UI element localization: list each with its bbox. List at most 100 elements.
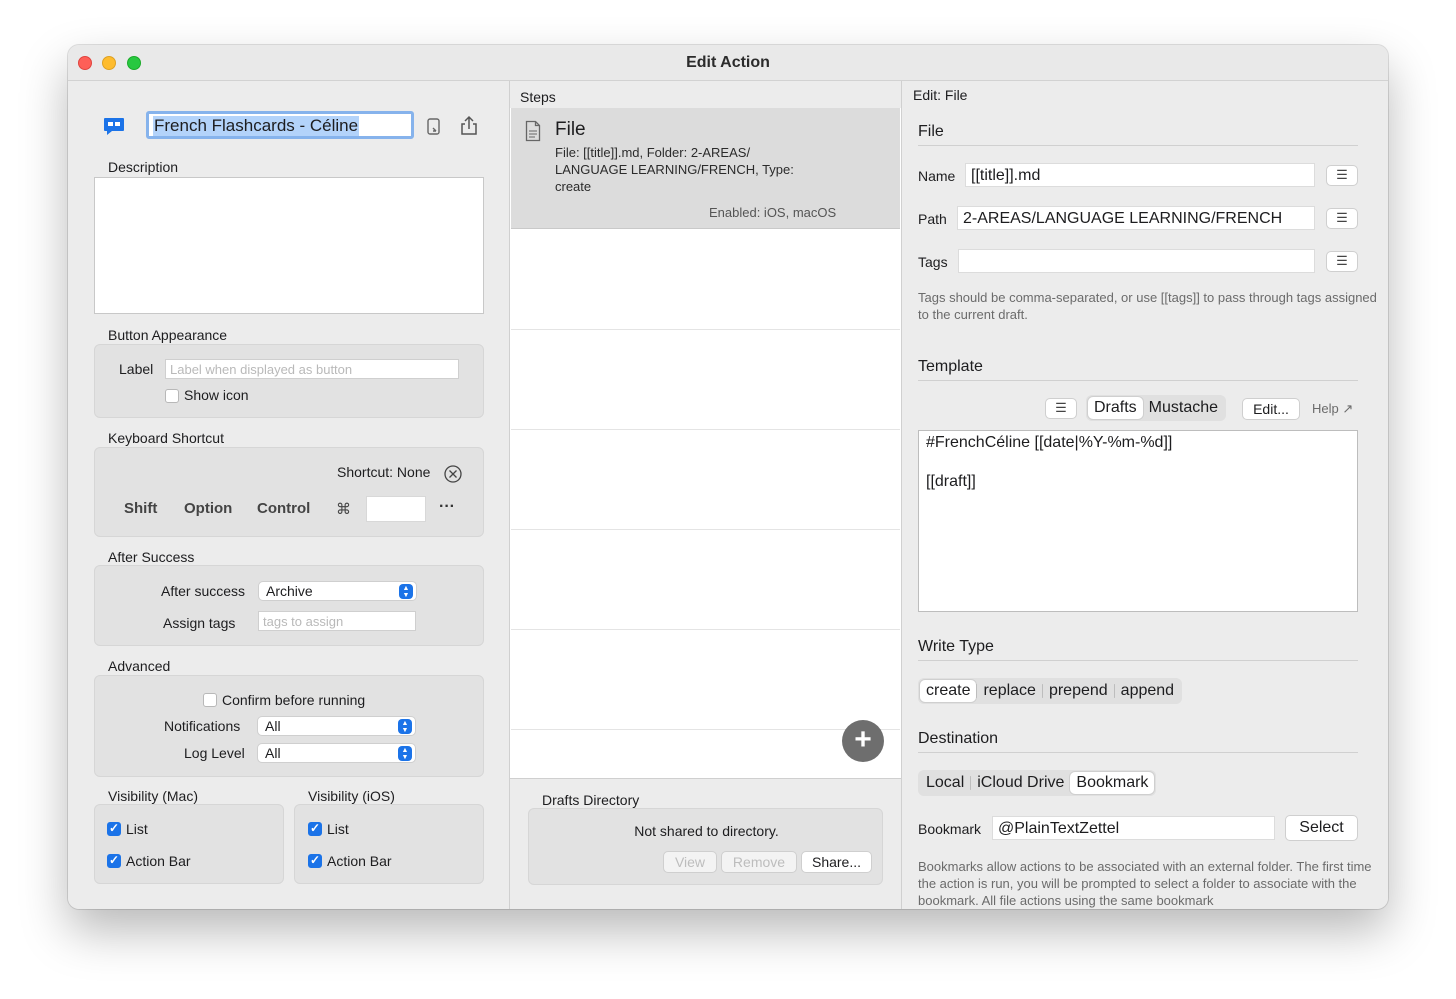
name-label: Name: [918, 168, 956, 184]
notifications-popup[interactable]: All ▲ ▼: [257, 716, 416, 736]
add-step-button[interactable]: +: [842, 720, 884, 762]
drafts-directory-group: Not shared to directory. View Remove Sha…: [528, 808, 883, 885]
visibility-mac-group: List Action Bar: [94, 804, 284, 884]
popup-arrows-icon: ▲ ▼: [398, 719, 412, 734]
template-line-2: [[draft]]: [926, 473, 976, 490]
drafts-syntax-option[interactable]: Drafts: [1088, 397, 1143, 419]
show-icon-checkbox[interactable]: [165, 389, 179, 403]
name-insert-tag-icon[interactable]: ☰: [1326, 165, 1358, 186]
mac-list-label: List: [126, 821, 148, 837]
bookmark-help-text: Bookmarks allow actions to be associated…: [918, 859, 1372, 908]
button-label-field[interactable]: Label when displayed as button: [165, 359, 459, 379]
template-section-heading: Template: [918, 358, 1358, 381]
mac-list-checkbox[interactable]: [107, 821, 121, 836]
command-modifier-button[interactable]: ⌘: [336, 500, 351, 518]
bookmark-field[interactable]: @PlainTextZettel: [992, 816, 1275, 840]
name-field[interactable]: [[title]].md: [965, 163, 1315, 187]
share-action-icon[interactable]: [460, 115, 478, 137]
template-insert-tag-icon[interactable]: ☰: [1045, 398, 1077, 419]
path-label: Path: [918, 211, 947, 227]
popup-arrows-icon: ▲ ▼: [398, 746, 412, 761]
advanced-group: Confirm before running Notifications All…: [94, 675, 484, 777]
mac-action-bar-checkbox[interactable]: [107, 853, 121, 868]
select-bookmark-button[interactable]: Select: [1285, 815, 1358, 841]
keyboard-shortcut-heading: Keyboard Shortcut: [108, 430, 224, 446]
action-name-field[interactable]: French Flashcards - Céline: [146, 111, 414, 139]
template-blank-line: [926, 453, 1350, 472]
list-divider: [511, 629, 900, 630]
tags-help-text: Tags should be comma-separated, or use […: [918, 290, 1377, 322]
directory-status: Not shared to directory.: [634, 823, 779, 839]
destination-local[interactable]: Local: [920, 772, 970, 794]
edit-action-window: Edit Action French Flashcards - Céline D…: [68, 45, 1388, 909]
after-success-popup[interactable]: Archive ▲ ▼: [258, 581, 417, 601]
advanced-heading: Advanced: [108, 658, 171, 674]
steps-list: File File: [[title]].md, Folder: 2-AREAS…: [510, 108, 901, 779]
destination-bookmark[interactable]: Bookmark: [1070, 772, 1155, 794]
tags-insert-tag-icon[interactable]: ☰: [1326, 251, 1358, 272]
remove-button[interactable]: Remove: [721, 851, 797, 873]
template-help-link[interactable]: Help ↗: [1312, 401, 1353, 417]
view-button[interactable]: View: [663, 851, 717, 873]
step-editor-pane: Edit: File File Name [[title]].md ☰ Path…: [902, 81, 1388, 909]
window-title: Edit Action: [686, 54, 770, 71]
template-editor[interactable]: #FrenchCéline [[date|%Y-%m-%d]] [[draft]…: [918, 430, 1358, 612]
list-divider: [511, 729, 900, 730]
log-level-popup[interactable]: All ▲ ▼: [257, 743, 416, 763]
write-type-selector: create replace prepend append: [918, 678, 1183, 704]
after-success-heading: After Success: [108, 549, 195, 565]
destination-selector: Local iCloud Drive Bookmark: [918, 770, 1157, 796]
ios-list-checkbox[interactable]: [308, 821, 322, 836]
list-divider: [511, 329, 900, 330]
shortcut-status: Shortcut: None: [337, 464, 431, 480]
assign-tags-label: Assign tags: [163, 615, 236, 631]
write-type-append[interactable]: append: [1115, 680, 1180, 702]
duplicate-action-icon[interactable]: [426, 117, 444, 137]
share-button[interactable]: Share...: [801, 851, 872, 873]
titlebar: Edit Action: [68, 45, 1388, 81]
visibility-ios-heading: Visibility (iOS): [308, 788, 395, 804]
path-field[interactable]: 2-AREAS/LANGUAGE LEARNING/FRENCH: [957, 206, 1315, 230]
log-level-label: Log Level: [184, 745, 245, 761]
write-type-replace[interactable]: replace: [977, 680, 1041, 702]
pane-divider: [510, 778, 901, 779]
shortcut-key-field[interactable]: [366, 496, 426, 522]
step-detail: File: [[title]].md, Folder: 2-AREAS/ LAN…: [555, 145, 794, 194]
template-edit-button[interactable]: Edit...: [1242, 398, 1300, 420]
write-type-prepend[interactable]: prepend: [1043, 680, 1114, 702]
assign-tags-field[interactable]: tags to assign: [258, 611, 416, 631]
control-modifier-button[interactable]: Control: [257, 500, 310, 517]
clear-shortcut-icon[interactable]: [443, 464, 463, 484]
tags-label: Tags: [918, 254, 948, 270]
keyboard-shortcut-group: Shortcut: None Shift Option Control ⌘ ··…: [94, 447, 484, 537]
after-success-value: Archive: [266, 583, 313, 599]
notifications-label: Notifications: [164, 718, 241, 734]
more-options-icon[interactable]: ···: [439, 498, 455, 516]
shift-modifier-button[interactable]: Shift: [124, 500, 157, 517]
step-title: File: [555, 119, 586, 140]
popup-arrows-icon: ▲ ▼: [399, 584, 413, 599]
step-enabled-platforms: Enabled: iOS, macOS: [709, 205, 837, 220]
action-icon[interactable]: [103, 117, 125, 137]
file-document-icon: [525, 120, 541, 142]
path-insert-tag-icon[interactable]: ☰: [1326, 208, 1358, 229]
write-type-create[interactable]: create: [920, 680, 977, 702]
destination-icloud-drive[interactable]: iCloud Drive: [971, 772, 1070, 794]
description-textarea[interactable]: [94, 177, 484, 314]
steps-pane: Steps File File: [[title]].md, Folder: 2…: [510, 81, 902, 909]
log-level-value: All: [265, 745, 281, 761]
step-row-file[interactable]: File File: [[title]].md, Folder: 2-AREAS…: [511, 108, 900, 229]
ios-list-label: List: [327, 821, 349, 837]
drafts-directory-heading: Drafts Directory: [542, 792, 640, 808]
tags-field[interactable]: [958, 249, 1315, 273]
template-syntax-toggle: Drafts Mustache: [1086, 395, 1227, 421]
notifications-value: All: [265, 718, 281, 734]
confirm-before-running-checkbox[interactable]: [203, 693, 217, 707]
list-divider: [511, 529, 900, 530]
ios-action-bar-checkbox[interactable]: [308, 853, 322, 868]
option-modifier-button[interactable]: Option: [184, 500, 232, 517]
mustache-syntax-option[interactable]: Mustache: [1143, 397, 1224, 419]
mac-action-bar-label: Action Bar: [126, 853, 191, 869]
button-appearance-group: Label Label when displayed as button Sho…: [94, 344, 484, 418]
edit-step-heading: Edit: File: [913, 87, 968, 103]
